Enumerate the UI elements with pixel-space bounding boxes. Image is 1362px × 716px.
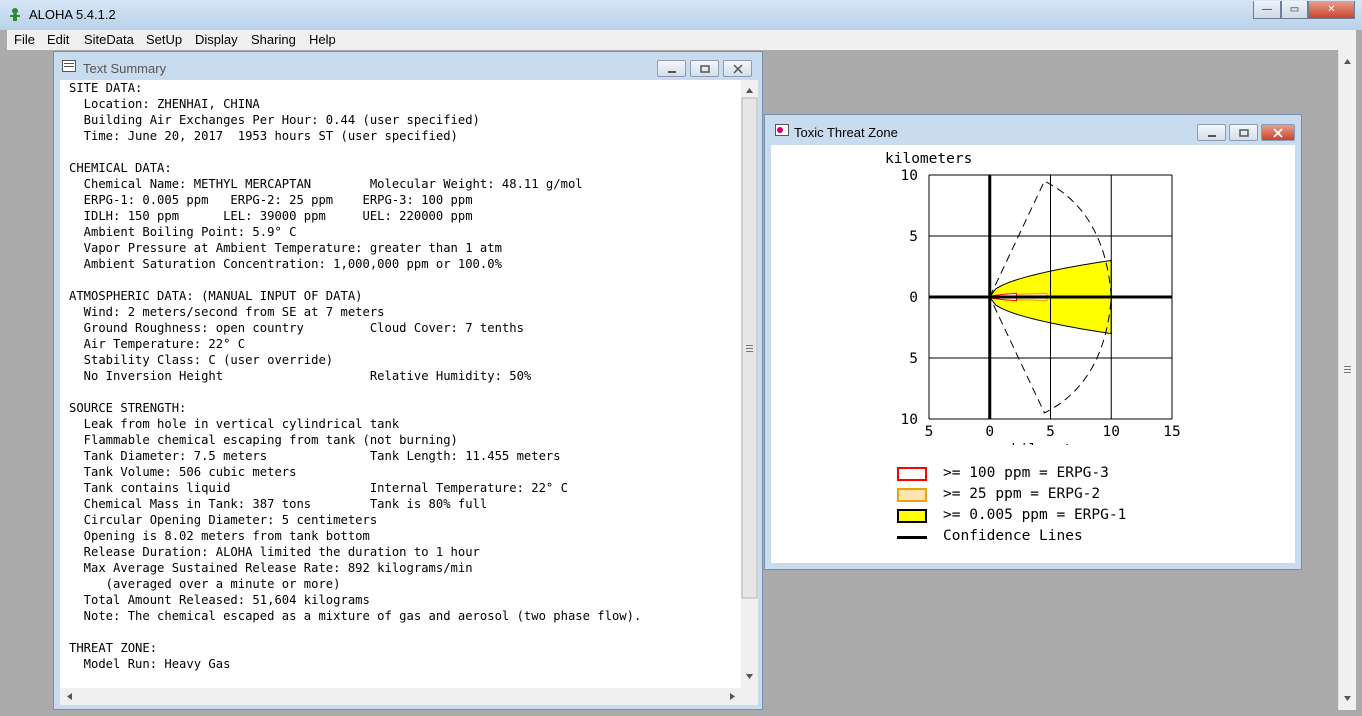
restore-icon [699, 64, 710, 73]
maximize-button[interactable]: ▭ [1281, 1, 1308, 19]
child-restore-button[interactable] [690, 60, 719, 77]
menu-display[interactable]: Display [195, 32, 238, 47]
legend-swatch-confidence [897, 536, 927, 539]
close-icon [1273, 127, 1283, 138]
summary-line: Flammable chemical escaping from tank (n… [83, 433, 458, 447]
restore-icon [1238, 128, 1249, 137]
menu-sitedata[interactable]: SiteData [84, 32, 134, 47]
minimize-button[interactable]: — [1253, 1, 1281, 19]
minimize-icon [667, 70, 676, 73]
menu-bar: File Edit SiteData SetUp Display Sharing… [7, 30, 1356, 50]
x-tick-label: 15 [1163, 424, 1180, 440]
text-horizontal-scrollbar[interactable] [60, 688, 741, 705]
threat-zone-plot-area: kilometers kilometers 10 5 0 5 10 5 0 5 10 15 >= … [771, 145, 1295, 563]
legend-erpg1: >= 0.005 ppm = ERPG-1 [943, 507, 1127, 523]
toxic-threat-zone-window[interactable]: Toxic Threat Zone kilometers kilometers … [764, 114, 1302, 570]
close-button[interactable]: ✕ [1308, 1, 1355, 19]
threat-zone-titlebar[interactable]: Toxic Threat Zone [765, 115, 1301, 143]
x-tick-label: 5 [1046, 424, 1055, 440]
mdi-vertical-scrollbar[interactable] [1338, 50, 1356, 710]
child-close-button[interactable] [723, 60, 752, 77]
y-tick-label: 10 [901, 412, 918, 428]
summary-line: Tank Diameter: 7.5 meters Tank Length: 1… [83, 449, 561, 463]
threat-zone-title: Toxic Threat Zone [794, 125, 898, 140]
summary-line: Total Amount Released: 51,604 kilograms [83, 593, 370, 607]
x-tick-label: 10 [1103, 424, 1120, 440]
x-axis-label: kilometers [1011, 442, 1098, 445]
threat-close-button[interactable] [1261, 124, 1295, 141]
summary-line: Circular Opening Diameter: 5 centimeters [83, 513, 378, 527]
summary-line: Vapor Pressure at Ambient Temperature: g… [83, 241, 502, 255]
legend-swatch-erpg2 [897, 488, 927, 502]
y-tick-label: 5 [909, 229, 918, 245]
summary-line: Location: ZHENHAI, CHINA [83, 97, 260, 111]
summary-line: Leak from hole in vertical cylindrical t… [83, 417, 400, 431]
summary-line: Tank contains liquid Internal Temperatur… [83, 481, 568, 495]
app-title: ALOHA 5.4.1.2 [29, 7, 116, 22]
y-tick-label: 0 [909, 290, 918, 306]
summary-line: Chemical Mass in Tank: 387 tons Tank is … [83, 497, 488, 511]
minimize-icon [1207, 134, 1216, 137]
text-summary-content[interactable]: SITE DATA: Location: ZHENHAI, CHINA Buil… [60, 80, 758, 705]
summary-line: Building Air Exchanges Per Hour: 0.44 (u… [83, 113, 480, 127]
text-vertical-scrollbar[interactable] [741, 80, 758, 688]
aloha-app-icon [10, 8, 20, 21]
x-tick-label: 5 [925, 424, 934, 440]
x-tick-label: 0 [985, 424, 994, 440]
y-axis-label: kilometers [885, 151, 972, 167]
summary-line: ATMOSPHERIC DATA: (MANUAL INPUT OF DATA) [69, 289, 363, 303]
app-titlebar[interactable]: ALOHA 5.4.1.2 — ▭ ✕ [0, 0, 1362, 30]
close-icon [732, 63, 743, 74]
summary-line: Release Duration: ALOHA limited the dura… [83, 545, 480, 559]
text-scroll-arrows [741, 88, 758, 679]
summary-line: Stability Class: C (user override) [83, 353, 334, 367]
summary-line: CHEMICAL DATA: [69, 161, 172, 175]
summary-line: Tank Volume: 506 cubic meters [83, 465, 297, 479]
y-tick-label: 10 [901, 168, 918, 184]
threat-restore-button[interactable] [1229, 124, 1258, 141]
summary-line: No Inversion Height Relative Humidity: 5… [83, 369, 532, 383]
scroll-corner [741, 688, 758, 705]
summary-line: Ambient Saturation Concentration: 1,000,… [83, 257, 502, 271]
summary-line: Time: June 20, 2017 1953 hours ST (user … [83, 129, 458, 143]
summary-line: ERPG-1: 0.005 ppm ERPG-2: 25 ppm ERPG-3:… [83, 193, 473, 207]
legend-erpg3: >= 100 ppm = ERPG-3 [943, 465, 1109, 481]
summary-line: Note: The chemical escaped as a mixture … [83, 609, 642, 623]
threat-zone-plot: kilometers kilometers 10 5 0 5 10 5 0 5 10 15 [885, 151, 1181, 445]
summary-line: Ground Roughness: open country Cloud Cov… [83, 321, 524, 335]
menu-help[interactable]: Help [309, 32, 336, 47]
legend-swatch-erpg1 [897, 509, 927, 523]
y-tick-label: 5 [909, 351, 918, 367]
summary-line: Chemical Name: METHYL MERCAPTAN Molecula… [83, 177, 583, 191]
text-summary-window[interactable]: Text Summary SITE DATA: Location: ZHENHA… [53, 51, 763, 710]
summary-line: (averaged over a minute or more) [105, 577, 341, 591]
mdi-scroll-arrows [1344, 59, 1351, 701]
summary-line: SOURCE STRENGTH: [69, 401, 187, 415]
summary-text: SITE DATA: Location: ZHENHAI, CHINA Buil… [69, 80, 641, 672]
summary-line: Wind: 2 meters/second from SE at 7 meter… [83, 305, 385, 319]
menu-setup[interactable]: SetUp [146, 32, 182, 47]
summary-line: SITE DATA: [69, 81, 143, 95]
text-summary-title: Text Summary [83, 61, 167, 76]
summary-line: IDLH: 150 ppm LEL: 39000 ppm UEL: 220000… [83, 209, 473, 223]
legend-confidence-lines: Confidence Lines [943, 528, 1083, 544]
text-summary-titlebar[interactable]: Text Summary [54, 52, 762, 80]
summary-line: Air Temperature: 22° C [83, 337, 246, 351]
menu-edit[interactable]: Edit [47, 32, 69, 47]
threat-zone-icon [775, 124, 789, 136]
child-minimize-button[interactable] [657, 60, 686, 77]
menu-sharing[interactable]: Sharing [251, 32, 296, 47]
summary-line: THREAT ZONE: [69, 641, 158, 655]
legend-erpg2: >= 25 ppm = ERPG-2 [943, 486, 1101, 502]
document-icon [62, 60, 76, 72]
summary-line: Model Run: Heavy Gas [83, 657, 231, 671]
summary-line: Opening is 8.02 meters from tank bottom [83, 529, 370, 543]
summary-line: Ambient Boiling Point: 5.9° C [83, 225, 297, 239]
text-hscroll-arrows [67, 693, 735, 700]
menu-file[interactable]: File [14, 32, 35, 47]
summary-line: Max Average Sustained Release Rate: 892 … [83, 561, 473, 575]
legend-swatch-erpg3 [897, 467, 927, 481]
threat-minimize-button[interactable] [1197, 124, 1226, 141]
